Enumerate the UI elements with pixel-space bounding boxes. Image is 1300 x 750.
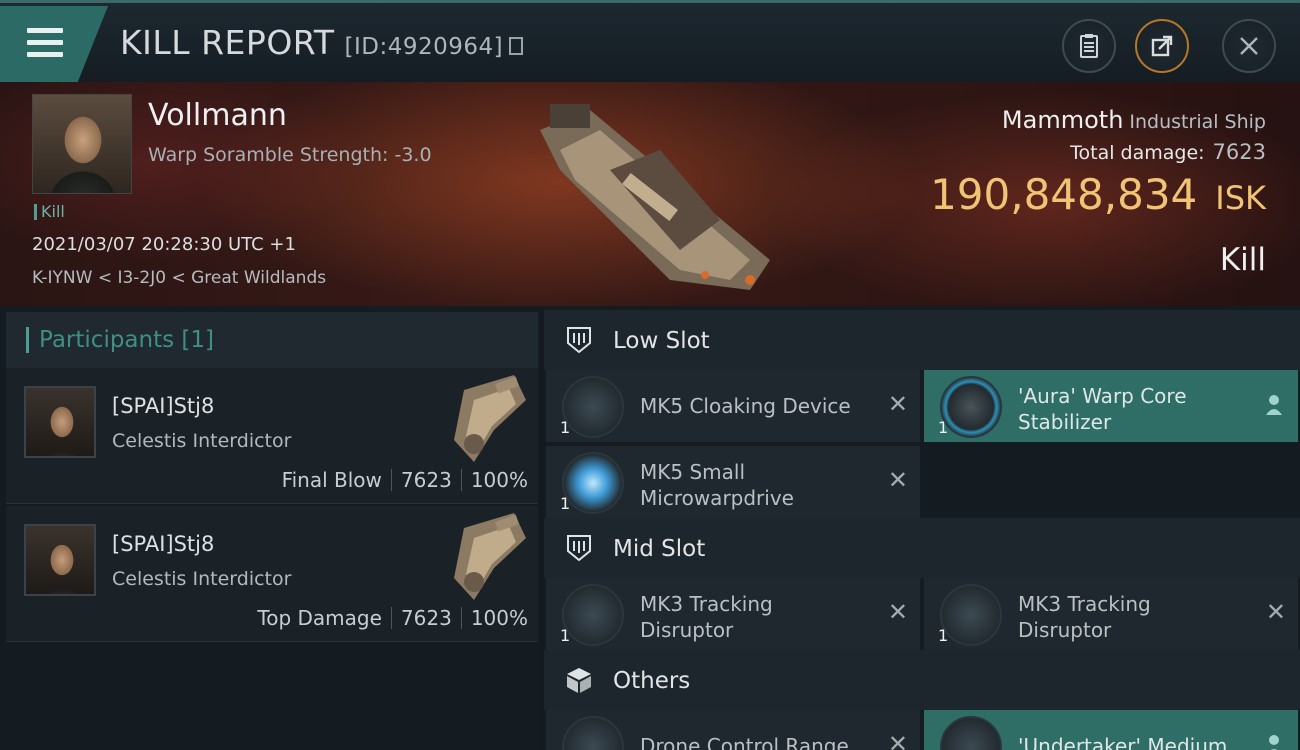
participant-damage: 7623 bbox=[400, 468, 452, 492]
person-icon bbox=[1269, 735, 1279, 750]
module-qty: 1 bbox=[938, 626, 949, 645]
participant-damage: 7623 bbox=[400, 606, 452, 630]
microwarpdrive-icon bbox=[562, 452, 624, 514]
low-slot-header: Low Slot bbox=[544, 310, 1300, 370]
module-qty: 1 bbox=[560, 418, 571, 437]
kill-result: Kill bbox=[1219, 242, 1266, 278]
victim-portrait[interactable] bbox=[32, 94, 132, 194]
isk-unit: ISK bbox=[1215, 179, 1266, 217]
slot-icon bbox=[567, 535, 591, 562]
module-name: Drone Control Range bbox=[640, 734, 849, 750]
share-button[interactable] bbox=[1135, 19, 1189, 73]
module-name: MK3 Tracking Disruptor bbox=[1018, 592, 1151, 642]
participant-percent: 100% bbox=[470, 606, 528, 630]
undertaker-module-icon bbox=[940, 716, 1002, 750]
participant-ship: Celestis Interdictor bbox=[112, 568, 292, 590]
module-qty: 1 bbox=[560, 626, 571, 645]
victim-ship-image[interactable] bbox=[520, 90, 790, 300]
destroyed-x-icon: ✕ bbox=[887, 466, 908, 494]
participant-row[interactable]: [SPAI]Stj8 Celestis Interdictor Top Dama… bbox=[6, 506, 538, 642]
destroyed-x-icon: ✕ bbox=[887, 730, 908, 750]
module-qty: 1 bbox=[938, 418, 949, 437]
clipboard-button[interactable] bbox=[1062, 19, 1116, 73]
copy-icon[interactable] bbox=[509, 37, 524, 55]
mid-slot-header: Mid Slot bbox=[544, 518, 1300, 578]
module-name: 'Undertaker' Medium bbox=[1018, 734, 1228, 750]
others-header: Others bbox=[544, 650, 1300, 710]
participants-heading: Participants [1] bbox=[26, 327, 214, 353]
tracking-disruptor-icon bbox=[562, 584, 624, 646]
victim-name: Vollmann bbox=[148, 98, 287, 133]
module-qty: 1 bbox=[560, 494, 571, 513]
participant-ship: Celestis Interdictor bbox=[112, 430, 292, 452]
participant-role: Final Blow bbox=[281, 468, 382, 492]
participant-portrait[interactable] bbox=[24, 386, 96, 458]
module-name: MK5 Small Microwarpdrive bbox=[640, 460, 794, 510]
participants-panel: Participants [1] [SPAI]Stj8 Celestis Int… bbox=[0, 306, 540, 750]
kill-datetime: 2021/03/07 20:28:30 UTC +1 bbox=[32, 234, 296, 255]
low-slot-label: Low Slot bbox=[613, 328, 710, 354]
module-name: 'Aura' Warp Core Stabilizer bbox=[1018, 384, 1187, 434]
module-item[interactable]: 1 Drone Control Range ✕ bbox=[546, 710, 920, 750]
module-name: MK3 Tracking Disruptor bbox=[640, 592, 773, 642]
ship-class: Industrial Ship bbox=[1129, 111, 1266, 133]
drone-control-range-icon bbox=[562, 716, 624, 750]
others-label: Others bbox=[613, 668, 691, 694]
module-item[interactable]: 1 MK3 Tracking Disruptor ✕ bbox=[924, 578, 1298, 650]
module-item[interactable]: 1 MK5 Cloaking Device ✕ bbox=[546, 370, 920, 442]
participant-ship-image bbox=[454, 513, 526, 600]
module-name: MK5 Cloaking Device bbox=[640, 394, 851, 418]
total-damage-value: 7623 bbox=[1212, 140, 1266, 164]
tracking-disruptor-icon bbox=[940, 584, 1002, 646]
participant-percent: 100% bbox=[470, 468, 528, 492]
mid-slot-label: Mid Slot bbox=[613, 536, 706, 562]
menu-button[interactable] bbox=[0, 6, 108, 82]
participant-stats: Final Blow 7623 100% bbox=[282, 468, 528, 492]
page-title-text: KILL REPORT bbox=[120, 23, 335, 62]
participant-stats: Top Damage 7623 100% bbox=[257, 606, 528, 630]
participant-name: [SPAI]Stj8 bbox=[112, 394, 215, 418]
participants-header: Participants [1] bbox=[6, 312, 538, 370]
kill-location[interactable]: K-IYNW < I3-2J0 < Great Wildlands bbox=[32, 268, 326, 288]
kill-tag: Kill bbox=[34, 204, 65, 220]
module-item[interactable]: 1 'Undertaker' Medium bbox=[924, 710, 1298, 750]
report-id: [ID:4920964] bbox=[344, 34, 504, 60]
ship-name: Mammoth bbox=[1001, 106, 1124, 134]
destroyed-x-icon: ✕ bbox=[887, 390, 908, 418]
person-icon bbox=[1266, 395, 1282, 415]
close-button[interactable] bbox=[1222, 19, 1276, 73]
module-item[interactable]: 1 'Aura' Warp Core Stabilizer bbox=[924, 370, 1298, 442]
module-item[interactable]: 1 MK3 Tracking Disruptor ✕ bbox=[546, 578, 920, 650]
cloaking-device-icon bbox=[562, 376, 624, 438]
participant-ship-image bbox=[454, 375, 526, 462]
isk-amount: 190,848,834 bbox=[930, 170, 1198, 219]
close-icon bbox=[1240, 37, 1258, 55]
destroyed-x-icon: ✕ bbox=[887, 598, 908, 626]
clipboard-icon bbox=[1080, 34, 1098, 58]
total-damage: Total damage: 7623 bbox=[1070, 140, 1266, 164]
participant-portrait[interactable] bbox=[24, 524, 96, 596]
victim-subtitle: Warp Soramble Strength: -3.0 bbox=[148, 144, 432, 166]
isk-value: 190,848,834 ISK bbox=[930, 170, 1266, 219]
fittings-panel: Low Slot 1 MK5 Cloaking Device ✕ 1 'Aura… bbox=[544, 306, 1300, 750]
cube-icon bbox=[567, 668, 591, 693]
slot-icon bbox=[567, 327, 591, 354]
participant-row[interactable]: [SPAI]Stj8 Celestis Interdictor Final Bl… bbox=[6, 368, 538, 504]
victim-banner: Vollmann Warp Soramble Strength: -3.0 Ki… bbox=[0, 82, 1300, 306]
title-bar: KILL REPORT [ID:4920964] bbox=[0, 0, 1300, 82]
participant-name: [SPAI]Stj8 bbox=[112, 532, 215, 556]
module-item[interactable]: 1 MK5 Small Microwarpdrive ✕ bbox=[546, 446, 920, 518]
share-icon bbox=[1151, 35, 1173, 57]
ship-title: Mammoth Industrial Ship bbox=[1002, 106, 1266, 134]
total-damage-label: Total damage: bbox=[1070, 142, 1205, 164]
participant-role: Top Damage bbox=[257, 606, 382, 630]
hamburger-icon[interactable] bbox=[27, 28, 63, 58]
warp-core-stabilizer-icon bbox=[940, 376, 1002, 438]
destroyed-x-icon: ✕ bbox=[1265, 598, 1286, 626]
page-title: KILL REPORT [ID:4920964] bbox=[120, 23, 524, 62]
